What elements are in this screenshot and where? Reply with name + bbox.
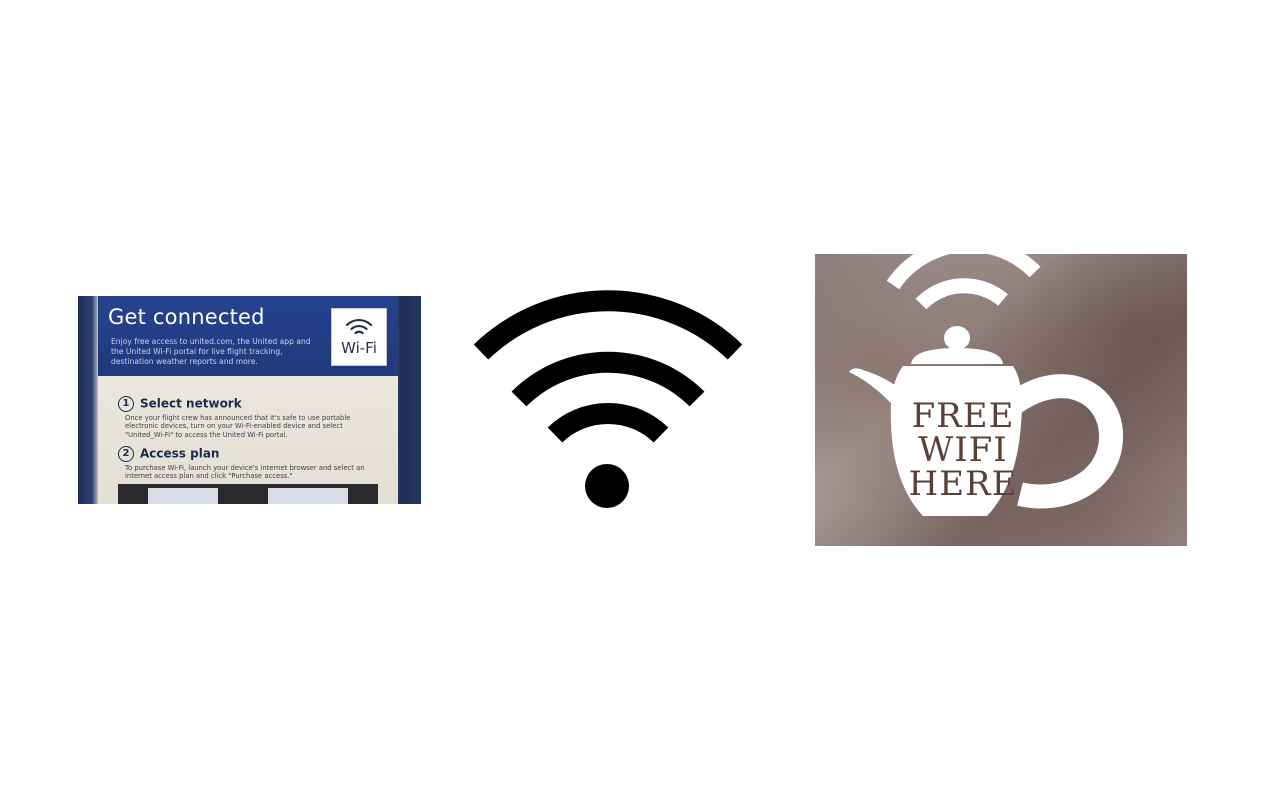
step-2-text: To purchase Wi-Fi, launch your device's … bbox=[125, 464, 365, 481]
sign-line: WIFI bbox=[918, 430, 1008, 470]
wifi-icon bbox=[473, 290, 743, 508]
card-intro-text: Enjoy free access to united.com, the Uni… bbox=[111, 337, 311, 366]
step-1-heading: 1 Select network bbox=[118, 396, 242, 412]
step-2-heading: 2 Access plan bbox=[118, 446, 219, 462]
wifi-icon bbox=[345, 318, 373, 335]
wifi-symbol bbox=[468, 290, 748, 510]
device-illustration bbox=[118, 484, 378, 504]
step-1-text: Once your flight crew has announced that… bbox=[125, 414, 351, 439]
seatback-card: Get connected Enjoy free access to unite… bbox=[98, 296, 398, 504]
sign-line: HERE bbox=[908, 464, 1018, 504]
sign-line: FREE bbox=[911, 396, 1015, 436]
free-wifi-sign-text: FREE WIFI HERE bbox=[903, 399, 1023, 501]
step-title: Access plan bbox=[140, 446, 220, 461]
wifi-badge-label: Wi-Fi bbox=[341, 339, 377, 357]
united-wifi-card-photo: Get connected Enjoy free access to unite… bbox=[78, 296, 421, 504]
card-header: Get connected Enjoy free access to unite… bbox=[98, 296, 398, 376]
laptop-screen bbox=[148, 488, 218, 504]
step-number: 2 bbox=[118, 446, 134, 462]
free-wifi-teapot-photo: FREE WIFI HERE bbox=[815, 254, 1187, 546]
tablet-screen bbox=[268, 488, 348, 504]
wifi-badge: Wi-Fi bbox=[331, 308, 387, 366]
step-title: Select network bbox=[140, 396, 242, 411]
card-title: Get connected bbox=[108, 305, 265, 329]
step-number: 1 bbox=[118, 396, 134, 412]
